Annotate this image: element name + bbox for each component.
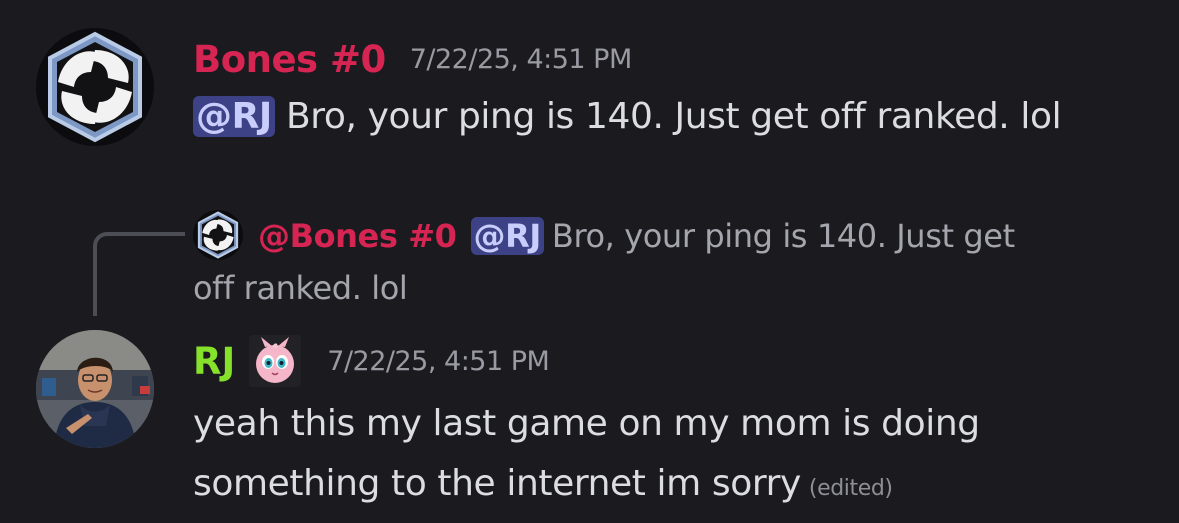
reply-connector [93, 232, 185, 316]
reply-text: Bro, your ping is 140. Just get [551, 217, 1015, 255]
rj-avatar[interactable] [36, 330, 154, 448]
message-text-line: yeah this my last game on my mom is doin… [193, 403, 980, 444]
message-timestamp: 7/22/25, 4:51 PM [409, 43, 633, 75]
message-timestamp: 7/22/25, 4:51 PM [327, 345, 550, 377]
message-header: Bones #0 7/22/25, 4:51 PM [193, 34, 632, 84]
edited-label: (edited) [808, 476, 893, 501]
chat-view: Bones #0 7/22/25, 4:51 PM @RJ Bro, your … [0, 0, 1179, 523]
message-text: Bro, your ping is 140. Just get off rank… [285, 96, 1062, 137]
jigglypuff-icon[interactable] [249, 335, 302, 387]
user-mention[interactable]: @RJ [470, 217, 544, 255]
spiral-logo-icon [48, 31, 142, 143]
reply-preview[interactable]: @Bones #0 @RJ Bro, your ping is 140. Jus… [258, 210, 1015, 262]
bones-avatar[interactable] [36, 28, 154, 146]
spiral-logo-icon [197, 211, 239, 259]
reply-text-continued[interactable]: off ranked. lol [193, 264, 408, 312]
reply-author[interactable]: @Bones #0 [258, 217, 457, 255]
reply-avatar[interactable] [193, 210, 243, 260]
message-text: something to the internet im sorry [193, 463, 801, 504]
message-text-line: something to the internet im sorry (edite… [193, 454, 1153, 519]
message-content: @RJ Bro, your ping is 140. Just get off … [193, 92, 1062, 142]
user-mention[interactable]: @RJ [193, 96, 275, 137]
author-name[interactable]: Bones #0 [193, 38, 386, 81]
message-content: yeah this my last game on my mom is doin… [193, 394, 1153, 519]
message-header: RJ 7/22/25, 4:51 PM [193, 334, 550, 388]
user-photo-icon [36, 330, 154, 448]
author-name[interactable]: RJ [193, 340, 235, 383]
